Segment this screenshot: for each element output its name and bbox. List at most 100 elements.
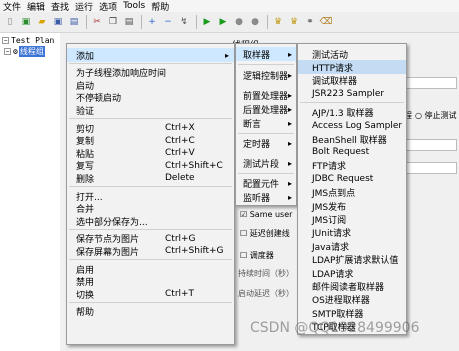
test-plan-tree: − Test Plan − ⚙ 线程组	[0, 33, 60, 351]
sampler-menu-item[interactable]: SMTP取样器	[298, 306, 406, 320]
menu-item-label: 删除	[76, 174, 95, 185]
save-icon[interactable]: ▣	[51, 15, 65, 29]
menu-6[interactable]: 帮助	[151, 0, 169, 13]
tree-node-test-plan[interactable]: − Test Plan	[2, 35, 54, 45]
chevron-right-icon: ▸	[225, 50, 230, 60]
search-icon[interactable]: ⚭	[303, 15, 317, 29]
menu-3[interactable]: 运行	[75, 0, 93, 13]
sampler-menu-item[interactable]: 调试取样器	[298, 74, 406, 88]
scheduler-checkbox[interactable]: ☐ 调度器	[240, 250, 274, 261]
menu-item-label: 打开...	[76, 192, 103, 203]
add-submenu-item[interactable]: 监听器 ▸	[236, 190, 296, 204]
collapse-icon[interactable]: −	[161, 15, 175, 29]
start-icon[interactable]: ▶	[200, 15, 214, 29]
menu-item-label: 不停顿启动	[76, 94, 122, 105]
clear-icon[interactable]: ♛	[271, 15, 285, 29]
paste-icon[interactable]: ▤	[122, 15, 136, 29]
reset-search-icon[interactable]: ⌫	[319, 15, 333, 29]
menu-0[interactable]: 文件	[3, 0, 21, 13]
menu-1[interactable]: 编辑	[27, 0, 45, 13]
context-menu-item[interactable]: 验证	[67, 103, 234, 117]
template-icon[interactable]: ▣	[19, 15, 33, 29]
menu-item-label: 剪切	[76, 124, 95, 135]
sampler-menu-item[interactable]: Access Log Sampler	[298, 119, 406, 133]
menu-item-label: JUnit请求	[312, 229, 351, 240]
name-field[interactable]	[403, 77, 457, 89]
expand-icon[interactable]: +	[145, 15, 159, 29]
sampler-menu-item[interactable]: HTTP请求	[298, 60, 406, 75]
sampler-menu-item[interactable]: Java请求	[298, 239, 406, 253]
gear-icon: ⚙	[13, 46, 18, 56]
add-submenu-item[interactable]: 逻辑控制器 ▸	[236, 68, 296, 82]
scheduler-label: 调度器	[249, 251, 274, 260]
menu-item-label: BeanShell 取样器	[312, 135, 387, 146]
start-no-pause-icon[interactable]: ▶	[216, 15, 230, 29]
tree-node-thread-group[interactable]: − ⚙ 线程组	[4, 45, 45, 57]
add-submenu-item[interactable]: 断言 ▸	[236, 116, 296, 130]
toggle-icon[interactable]: ↯	[177, 15, 191, 29]
context-menu-item[interactable]: 保存屏幕为图片 Ctrl+Shift+G	[67, 244, 234, 258]
menu-item-label: Access Log Sampler	[312, 120, 403, 131]
sampler-menu-item[interactable]: FTP请求	[298, 159, 406, 173]
menu-item-label: 合并	[76, 205, 95, 216]
add-submenu-item[interactable]: 取样器 ▸	[236, 47, 296, 61]
menu-item-label: 保存屏幕为图片	[76, 247, 140, 258]
sampler-menu-item[interactable]: LDAP扩展请求默认值	[298, 253, 406, 267]
menu-2[interactable]: 查找	[51, 0, 69, 13]
menu-item-label: OS进程取样器	[312, 296, 370, 307]
add-submenu-item[interactable]: 定时器 ▸	[236, 136, 296, 150]
menu-separator	[69, 259, 232, 260]
add-submenu-item[interactable]: 后置处理器 ▸	[236, 102, 296, 116]
copy-icon[interactable]: ❐	[106, 15, 120, 29]
sampler-menu-item[interactable]: LDAP请求	[298, 266, 406, 280]
menu-separator	[69, 118, 232, 119]
sampler-menu-item[interactable]: JMS订阅	[298, 212, 406, 226]
sampler-menu-item[interactable]: Bolt Request	[298, 145, 406, 159]
context-menu-item[interactable]: 帮助	[67, 305, 234, 319]
context-menu-item[interactable]: 删除 Delete	[67, 171, 234, 185]
new-icon[interactable]: ▯	[3, 15, 17, 29]
sampler-menu-item[interactable]: JMS点到点	[298, 186, 406, 200]
delay-create-checkbox[interactable]: ☐ 延迟创建线	[240, 228, 290, 239]
sampler-menu-item[interactable]: AJP/1.3 取样器	[298, 105, 406, 119]
collapse-icon[interactable]: −	[4, 47, 11, 55]
same-user-checkbox[interactable]: ☑ Same user	[240, 210, 292, 219]
chevron-right-icon: ▸	[288, 178, 293, 188]
sampler-menu-item[interactable]: JSR223 Sampler	[298, 87, 406, 101]
stop-test-radio[interactable]: ○ 停止测试	[415, 110, 457, 121]
sampler-menu-item[interactable]: 邮件阅读者取样器	[298, 279, 406, 293]
threads-field[interactable]	[403, 139, 457, 151]
add-submenu-item[interactable]: 测试片段 ▸	[236, 156, 296, 170]
context-menu-item[interactable]: 选中部分保存为...	[67, 214, 234, 228]
sampler-menu-item[interactable]: BeanShell 取样器	[298, 132, 406, 146]
menu-item-label: 测试片段	[243, 159, 280, 170]
menu-5[interactable]: Tools	[123, 1, 145, 11]
open-icon[interactable]: ▰	[35, 15, 49, 29]
save-as-icon[interactable]: ▤	[67, 15, 81, 29]
stop-icon[interactable]: ●	[232, 15, 246, 29]
add-submenu-item[interactable]: 配置元件 ▸	[236, 176, 296, 190]
chevron-right-icon: ▸	[288, 49, 293, 59]
chevron-right-icon: ▸	[288, 70, 293, 80]
sampler-menu-item[interactable]: 测试活动	[298, 47, 406, 61]
add-submenu-item[interactable]: 前置处理器 ▸	[236, 88, 296, 102]
menu-item-label: JMS订阅	[312, 215, 347, 226]
toolbar-separator	[86, 15, 87, 29]
toolbar-separator	[196, 15, 197, 29]
watermark-text: CSDN @QQ1928499906	[250, 320, 420, 336]
menu-item-label: 调试取样器	[312, 77, 358, 88]
cut-icon[interactable]: ✂	[90, 15, 104, 29]
collapse-icon[interactable]: −	[2, 36, 9, 44]
sampler-menu-item[interactable]: JMS发布	[298, 199, 406, 213]
menu-4[interactable]: 选项	[99, 0, 117, 13]
sampler-menu-item[interactable]: JUnit请求	[298, 226, 406, 240]
shutdown-icon[interactable]: ●	[248, 15, 262, 29]
clear-all-icon[interactable]: ♛	[287, 15, 301, 29]
ramp-up-field[interactable]	[403, 162, 457, 174]
sampler-menu-item[interactable]: OS进程取样器	[298, 293, 406, 307]
context-menu-item[interactable]: 切换 Ctrl+T	[67, 287, 234, 301]
sampler-menu-item[interactable]: JDBC Request	[298, 172, 406, 186]
context-menu-item[interactable]: 添加 ▸	[67, 48, 234, 62]
menu-item-label: SMTP取样器	[312, 309, 364, 320]
menu-separator	[238, 64, 294, 65]
